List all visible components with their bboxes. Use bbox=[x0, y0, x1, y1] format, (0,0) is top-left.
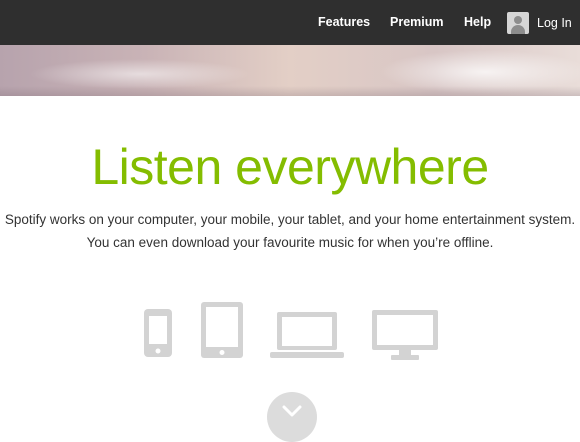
phone-icon bbox=[144, 309, 172, 357]
nav-help-link[interactable]: Help bbox=[464, 15, 491, 29]
tablet-icon bbox=[201, 302, 243, 358]
chevron-down-icon bbox=[282, 405, 302, 417]
laptop-icon bbox=[270, 312, 344, 358]
description-line-2: You can even download your favourite mus… bbox=[86, 235, 494, 250]
nav-features-link[interactable]: Features bbox=[318, 15, 370, 29]
top-nav-bar: Features Premium Help Log In bbox=[0, 0, 580, 45]
login-label: Log In bbox=[537, 16, 572, 30]
login-button[interactable]: Log In bbox=[507, 11, 572, 35]
scroll-down-button[interactable] bbox=[267, 392, 317, 442]
tv-icon bbox=[372, 310, 438, 360]
device-icons-row bbox=[0, 300, 580, 370]
page-headline: Listen everywhere bbox=[91, 139, 489, 195]
nav-premium-link[interactable]: Premium bbox=[390, 15, 444, 29]
description-line-1: Spotify works on your computer, your mob… bbox=[4, 212, 576, 227]
user-avatar-icon bbox=[507, 12, 529, 34]
hero-image-strip bbox=[0, 45, 580, 96]
